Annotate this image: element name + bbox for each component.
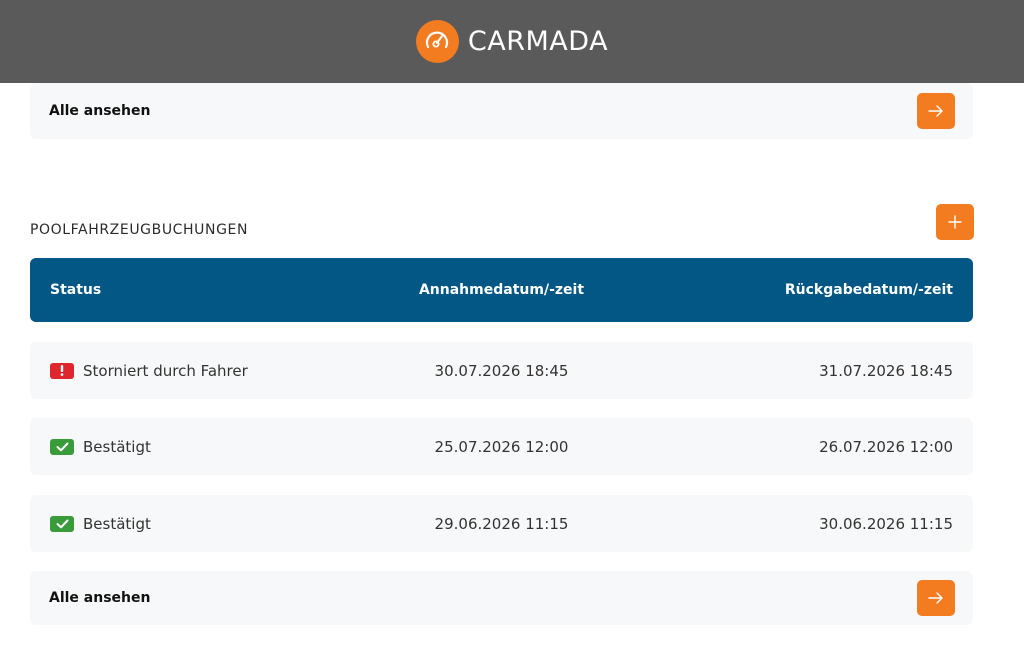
column-header-pickup[interactable]: Annahmedatum/-zeit	[350, 282, 653, 298]
see-all-button[interactable]	[917, 93, 955, 129]
app-header: CARMADA	[0, 0, 1024, 83]
table-row[interactable]: Storniert durch Fahrer 30.07.2026 18:45 …	[30, 342, 973, 399]
see-all-card-top[interactable]: Alle ansehen	[30, 83, 973, 139]
column-header-status[interactable]: Status	[50, 282, 350, 298]
section-title: POOLFAHRZEUGBUCHUNGEN	[30, 222, 249, 238]
column-header-return[interactable]: Rückgabedatum/-zeit	[653, 282, 953, 298]
brand[interactable]: CARMADA	[415, 20, 609, 63]
brand-name: CARMADA	[467, 26, 609, 57]
arrow-right-icon	[928, 592, 943, 604]
status-text: Bestätigt	[83, 437, 151, 456]
table-row[interactable]: Bestätigt 25.07.2026 12:00 26.07.2026 12…	[30, 418, 973, 475]
checkmark-icon	[50, 438, 74, 455]
status-text: Storniert durch Fahrer	[83, 361, 248, 380]
add-booking-button[interactable]	[936, 204, 974, 240]
return-datetime: 30.06.2026 11:15	[819, 514, 953, 533]
pickup-datetime: 25.07.2026 12:00	[434, 437, 569, 456]
status-text: Bestätigt	[83, 514, 151, 533]
see-all-card-bottom[interactable]: Alle ansehen	[30, 571, 973, 625]
table-header: Status Annahmedatum/-zeit Rückgabedatum/…	[30, 258, 973, 322]
see-all-label: Alle ansehen	[49, 103, 151, 119]
exclamation-icon	[50, 362, 74, 379]
plus-icon	[948, 215, 962, 229]
pickup-datetime: 29.06.2026 11:15	[434, 514, 569, 533]
speedometer-icon	[415, 20, 459, 63]
checkmark-icon	[50, 515, 74, 532]
return-datetime: 31.07.2026 18:45	[819, 361, 953, 380]
return-datetime: 26.07.2026 12:00	[819, 437, 953, 456]
table-row[interactable]: Bestätigt 29.06.2026 11:15 30.06.2026 11…	[30, 495, 973, 552]
see-all-button[interactable]	[917, 580, 955, 616]
pickup-datetime: 30.07.2026 18:45	[434, 361, 569, 380]
arrow-right-icon	[928, 105, 943, 117]
see-all-label: Alle ansehen	[49, 590, 151, 606]
